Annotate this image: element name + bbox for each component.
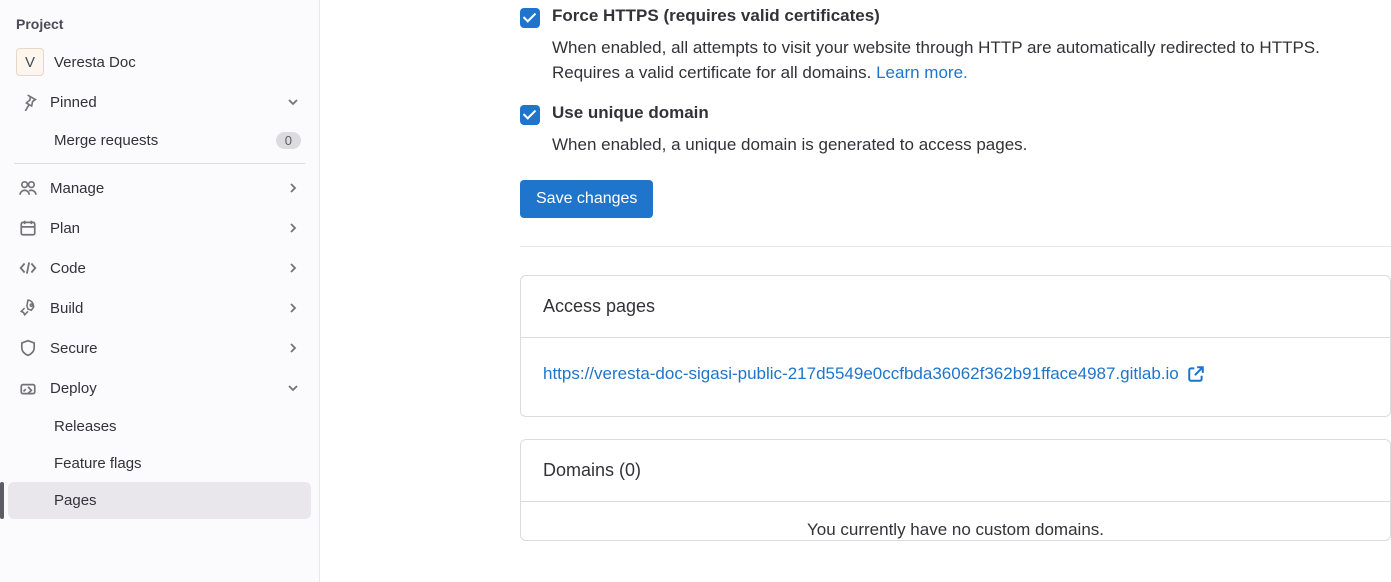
sidebar-item-plan[interactable]: Plan bbox=[8, 208, 311, 248]
domains-panel: Domains (0) You currently have no custom… bbox=[520, 439, 1391, 541]
pages-url-text: https://veresta-doc-sigasi-public-217d55… bbox=[543, 364, 1179, 384]
external-link-icon bbox=[1187, 365, 1205, 383]
force-https-description: When enabled, all attempts to visit your… bbox=[552, 36, 1391, 85]
sidebar-heading: Project bbox=[8, 12, 311, 42]
rocket-icon bbox=[18, 298, 38, 318]
access-pages-panel: Access pages https://veresta-doc-sigasi-… bbox=[520, 275, 1391, 417]
force-https-checkbox[interactable] bbox=[520, 8, 540, 28]
merge-requests-badge: 0 bbox=[276, 132, 301, 149]
sidebar-item-pinned[interactable]: Pinned bbox=[8, 82, 311, 122]
code-icon bbox=[18, 258, 38, 278]
sidebar: Project V Veresta Doc Pinned Merge reque… bbox=[0, 0, 320, 582]
sidebar-sub-feature-flags[interactable]: Feature flags bbox=[8, 445, 311, 482]
domains-empty-text: You currently have no custom domains. bbox=[521, 502, 1390, 540]
unique-domain-title: Use unique domain bbox=[552, 103, 709, 123]
users-icon bbox=[18, 178, 38, 198]
sidebar-item-code[interactable]: Code bbox=[8, 248, 311, 288]
section-separator bbox=[520, 246, 1391, 247]
shield-icon bbox=[18, 338, 38, 358]
main-content: Force HTTPS (requires valid certificates… bbox=[320, 0, 1391, 582]
chevron-down-icon bbox=[285, 94, 301, 110]
pages-label: Pages bbox=[54, 492, 301, 509]
project-name: Veresta Doc bbox=[54, 54, 136, 71]
chevron-right-icon bbox=[285, 300, 301, 316]
save-changes-button[interactable]: Save changes bbox=[520, 180, 653, 218]
project-selector[interactable]: V Veresta Doc bbox=[8, 42, 311, 82]
releases-label: Releases bbox=[54, 418, 301, 435]
access-pages-heading: Access pages bbox=[521, 276, 1390, 338]
code-label: Code bbox=[50, 260, 273, 277]
sidebar-sub-releases[interactable]: Releases bbox=[8, 408, 311, 445]
force-https-setting: Force HTTPS (requires valid certificates… bbox=[520, 6, 1391, 28]
calendar-icon bbox=[18, 218, 38, 238]
secure-label: Secure bbox=[50, 340, 273, 357]
force-https-title: Force HTTPS (requires valid certificates… bbox=[552, 6, 880, 26]
sidebar-item-deploy[interactable]: Deploy bbox=[8, 368, 311, 408]
unique-domain-description: When enabled, a unique domain is generat… bbox=[552, 133, 1391, 158]
chevron-right-icon bbox=[285, 220, 301, 236]
pinned-label: Pinned bbox=[50, 94, 273, 111]
domains-heading: Domains (0) bbox=[521, 440, 1390, 502]
sidebar-separator bbox=[14, 163, 305, 164]
sidebar-sub-merge-requests[interactable]: Merge requests 0 bbox=[8, 122, 311, 159]
chevron-right-icon bbox=[285, 180, 301, 196]
sidebar-item-manage[interactable]: Manage bbox=[8, 168, 311, 208]
deploy-label: Deploy bbox=[50, 380, 273, 397]
project-avatar: V bbox=[16, 48, 44, 76]
manage-label: Manage bbox=[50, 180, 273, 197]
pin-icon bbox=[18, 92, 38, 112]
chevron-down-icon bbox=[285, 380, 301, 396]
sidebar-item-secure[interactable]: Secure bbox=[8, 328, 311, 368]
feature-flags-label: Feature flags bbox=[54, 455, 301, 472]
unique-domain-setting: Use unique domain bbox=[520, 103, 1391, 125]
chevron-right-icon bbox=[285, 260, 301, 276]
build-label: Build bbox=[50, 300, 273, 317]
plan-label: Plan bbox=[50, 220, 273, 237]
pages-url-link[interactable]: https://veresta-doc-sigasi-public-217d55… bbox=[543, 364, 1205, 384]
deploy-icon bbox=[18, 378, 38, 398]
merge-requests-label: Merge requests bbox=[54, 132, 276, 149]
sidebar-item-build[interactable]: Build bbox=[8, 288, 311, 328]
unique-domain-checkbox[interactable] bbox=[520, 105, 540, 125]
learn-more-link[interactable]: Learn more. bbox=[876, 63, 968, 82]
access-pages-body: https://veresta-doc-sigasi-public-217d55… bbox=[521, 338, 1390, 416]
sidebar-sub-pages[interactable]: Pages bbox=[8, 482, 311, 519]
chevron-right-icon bbox=[285, 340, 301, 356]
